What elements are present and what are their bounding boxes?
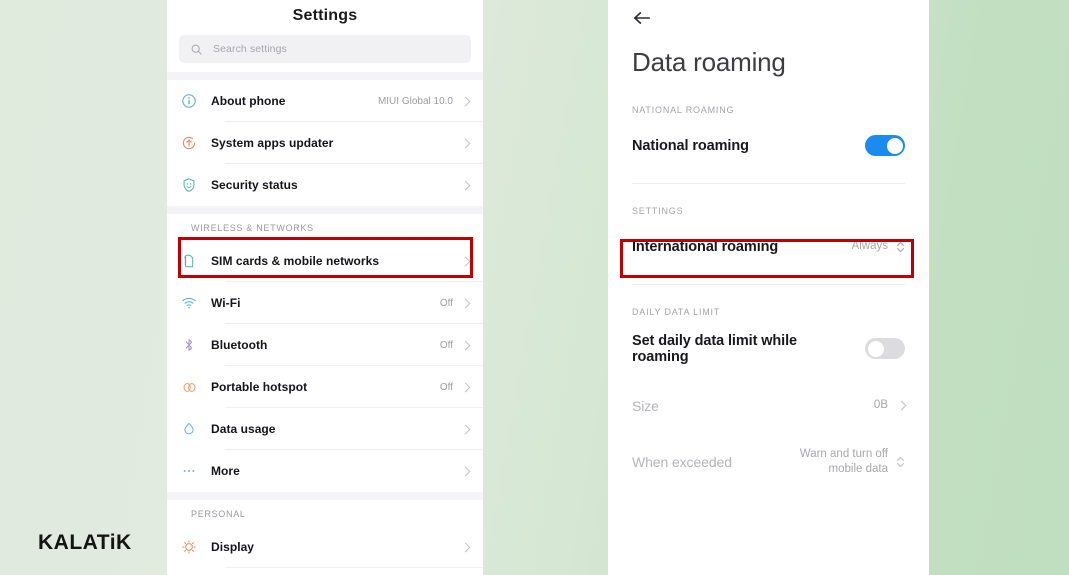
info-icon (167, 93, 211, 109)
section-header-daily-data-limit: DAILY DATA LIMIT (632, 306, 721, 317)
update-icon (167, 135, 211, 151)
sim-card-icon (167, 253, 211, 269)
page-title: Settings (292, 7, 358, 24)
settings-row-value: MIUI Global 10.0 (377, 95, 453, 107)
settings-row-data-usage[interactable]: Data usage (167, 408, 483, 450)
brightness-icon (167, 539, 211, 555)
settings-row-label: Data usage (211, 422, 276, 436)
search-icon (191, 44, 202, 55)
settings-row-label: About phone (211, 94, 286, 108)
chevron-right-icon (460, 298, 471, 308)
daily-data-limit-toggle[interactable] (865, 338, 905, 360)
section-header-wireless: WIRELESS & NETWORKS (191, 223, 314, 233)
section-divider (167, 72, 483, 80)
stepper-updown-icon (896, 456, 905, 467)
row-national-roaming[interactable]: National roaming (632, 131, 905, 161)
chevron-right-icon (460, 138, 471, 148)
back-button[interactable] (632, 0, 666, 37)
section-divider (167, 492, 483, 500)
settings-row-about-phone[interactable]: About phone MIUI Global 10.0 (167, 80, 483, 122)
settings-row-label: Bluetooth (211, 338, 268, 352)
chevron-right-icon (460, 424, 471, 434)
row-label: Size (632, 397, 659, 414)
row-value: Warn and turn off mobile data (799, 448, 888, 475)
row-label: When exceeded (632, 453, 732, 470)
section-header-settings: SETTINGS (632, 205, 684, 216)
settings-row-value: Off (439, 339, 453, 351)
toggle-knob (886, 137, 903, 154)
chevron-right-icon (460, 382, 471, 392)
settings-row-more[interactable]: More (167, 450, 483, 492)
settings-row-label: Portable hotspot (211, 380, 308, 394)
settings-row-label: Wi-Fi (211, 296, 241, 310)
bluetooth-icon (167, 337, 211, 353)
chevron-right-icon (460, 340, 471, 350)
data-usage-icon (167, 421, 211, 437)
hotspot-icon (167, 379, 211, 396)
settings-row-value: Off (439, 381, 453, 393)
section-header-personal: PERSONAL (191, 509, 246, 519)
settings-row-display[interactable]: Display (167, 526, 483, 568)
settings-row-label: SIM cards & mobile networks (211, 254, 380, 268)
row-value: Always (851, 240, 888, 253)
row-label: National roaming (632, 137, 749, 154)
settings-row-security-status[interactable]: Security status (167, 164, 483, 206)
settings-row-label: Security status (211, 178, 298, 192)
watermark: KALATiK (38, 531, 132, 554)
chevron-right-icon (896, 400, 907, 411)
settings-row-label: More (211, 464, 240, 478)
chevron-right-icon (460, 180, 471, 190)
settings-row-value: Off (439, 297, 453, 309)
shield-icon (167, 177, 211, 193)
settings-row-sim-cards-mobile-networks[interactable]: SIM cards & mobile networks (167, 240, 483, 282)
back-arrow-icon (634, 12, 650, 24)
settings-row-label: Display (211, 540, 255, 554)
stepper-updown-icon[interactable] (896, 240, 905, 254)
settings-row-label: System apps updater (211, 136, 334, 150)
row-value: 0B (873, 399, 888, 412)
chevron-right-icon (460, 542, 471, 552)
search-container: Search settings (167, 35, 483, 72)
search-placeholder: Search settings (213, 43, 287, 55)
row-label: International roaming (632, 238, 779, 255)
divider (632, 283, 905, 285)
settings-row-wifi[interactable]: Wi-Fi Off (167, 282, 483, 324)
wifi-icon (167, 295, 211, 311)
settings-row-bluetooth[interactable]: Bluetooth Off (167, 324, 483, 366)
row-size: Size 0B (632, 391, 907, 421)
section-header-national-roaming: NATIONAL ROAMING (632, 104, 735, 115)
settings-phone-panel: Settings Search settings About phone MIU… (167, 0, 483, 575)
page-title: Data roaming (632, 47, 786, 77)
row-label: Set daily data limit while roaming (632, 332, 797, 365)
national-roaming-toggle[interactable] (865, 135, 905, 157)
settings-row-portable-hotspot[interactable]: Portable hotspot Off (167, 366, 483, 408)
row-when-exceeded: When exceeded Warn and turn off mobile d… (632, 447, 905, 477)
toggle-knob (867, 340, 884, 357)
chevron-right-icon (460, 256, 471, 266)
search-input[interactable]: Search settings (179, 35, 471, 63)
divider (632, 182, 905, 184)
chevron-right-icon (460, 466, 471, 476)
more-icon (167, 463, 211, 479)
row-set-daily-data-limit[interactable]: Set daily data limit while roaming (632, 333, 905, 365)
data-roaming-phone-panel: Data roaming NATIONAL ROAMING National r… (608, 0, 929, 575)
settings-row-system-apps-updater[interactable]: System apps updater (167, 122, 483, 164)
chevron-right-icon (460, 96, 471, 106)
row-international-roaming[interactable]: International roaming Always (632, 232, 905, 262)
section-divider (167, 206, 483, 214)
